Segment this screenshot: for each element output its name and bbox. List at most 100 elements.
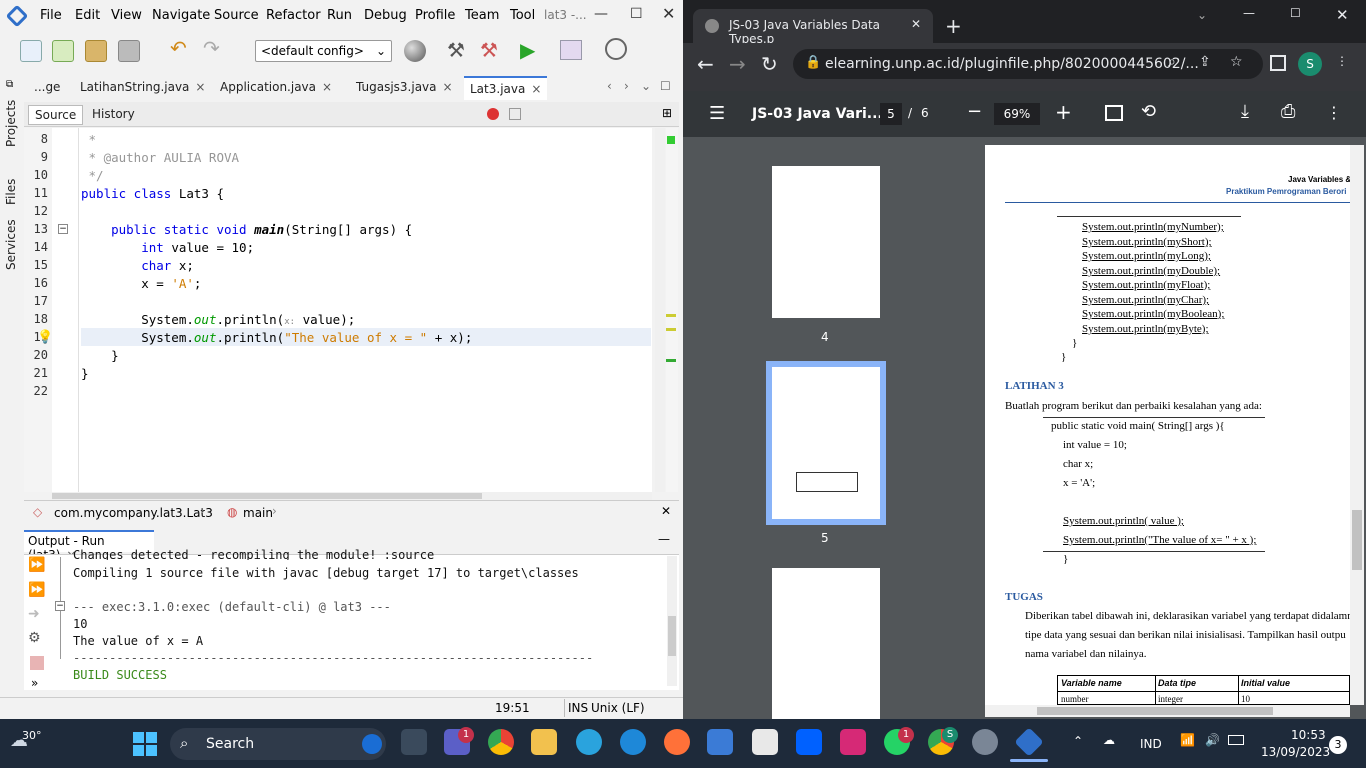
menu-edit[interactable]: Edit bbox=[75, 8, 100, 23]
tab-lat3[interactable]: Lat3.java × bbox=[464, 76, 548, 100]
page-thumbnail[interactable] bbox=[772, 568, 880, 719]
record-macro-icon[interactable] bbox=[487, 108, 499, 120]
clock-date[interactable]: 13/09/2023 bbox=[1261, 745, 1330, 759]
code-editor[interactable] bbox=[52, 128, 652, 492]
menu-refactor[interactable]: Refactor bbox=[266, 8, 321, 23]
telegram-icon[interactable] bbox=[576, 729, 602, 755]
close-icon[interactable]: × bbox=[443, 80, 453, 94]
side-tab-services[interactable]: Services bbox=[4, 219, 18, 270]
minimize-icon[interactable]: — bbox=[1243, 6, 1255, 20]
address-bar[interactable]: 🔒 elearning.unp.ac.id/pluginfile.php/802… bbox=[793, 49, 1263, 79]
horizontal-scrollbar[interactable] bbox=[52, 492, 652, 500]
menu-icon[interactable]: ⋮ bbox=[1336, 54, 1348, 68]
editor-scrollbar[interactable] bbox=[655, 128, 665, 492]
download-icon[interactable]: ⤓ bbox=[1241, 101, 1249, 122]
tab-ge[interactable]: ...ge bbox=[28, 76, 66, 100]
scroll-thumb[interactable] bbox=[668, 616, 676, 656]
scroll-thumb[interactable] bbox=[52, 493, 482, 499]
start-icon[interactable] bbox=[133, 732, 157, 756]
tab-application[interactable]: Application.java × bbox=[214, 76, 338, 100]
close-icon[interactable]: ✕ bbox=[911, 17, 921, 31]
weather-temp[interactable]: 30° bbox=[22, 729, 42, 742]
fit-page-icon[interactable] bbox=[1105, 105, 1123, 121]
zoom-icon[interactable]: ⌕ bbox=[1168, 54, 1176, 70]
new-project-icon[interactable] bbox=[52, 40, 74, 62]
settings-icon[interactable]: ⚙ bbox=[28, 630, 41, 646]
breadcrumb-class[interactable]: com.mycompany.lat3.Lat3 bbox=[54, 506, 213, 520]
menu-debug[interactable]: Debug bbox=[364, 8, 407, 23]
side-panel-icon[interactable] bbox=[1270, 55, 1286, 71]
debug-icon[interactable] bbox=[560, 40, 582, 60]
more-icon[interactable]: » bbox=[31, 676, 38, 690]
minimize-icon[interactable]: — bbox=[658, 532, 670, 546]
rerun-icon[interactable]: ⏩ bbox=[28, 557, 45, 573]
bookmark-star-icon[interactable]: ☆ bbox=[1230, 54, 1243, 70]
rotate-icon[interactable]: ⟲ bbox=[1141, 101, 1156, 122]
restore-icon[interactable]: ⧉ bbox=[6, 79, 13, 90]
minimize-icon[interactable]: — bbox=[594, 6, 608, 22]
fold-icon[interactable]: − bbox=[58, 224, 68, 234]
breadcrumb-method[interactable]: main bbox=[243, 506, 273, 520]
search-box[interactable]: ⌕ Search bbox=[170, 728, 386, 760]
source-view-button[interactable]: Source bbox=[28, 105, 84, 125]
tab-latihanstring[interactable]: LatihanString.java × bbox=[74, 76, 211, 100]
scroll-tabs-left-icon[interactable]: ‹ bbox=[607, 79, 612, 93]
scroll-tabs-right-icon[interactable]: › bbox=[624, 79, 629, 93]
save-all-icon[interactable] bbox=[118, 40, 140, 62]
zoom-in-icon[interactable]: + bbox=[1055, 100, 1072, 124]
maximize-icon[interactable]: ☐ bbox=[630, 6, 643, 22]
menu-file[interactable]: File bbox=[40, 8, 62, 23]
new-tab-icon[interactable]: + bbox=[945, 14, 962, 38]
store-icon[interactable] bbox=[707, 729, 733, 755]
task-view-icon[interactable] bbox=[401, 729, 427, 755]
settings-icon[interactable] bbox=[972, 729, 998, 755]
stop-build-icon[interactable] bbox=[30, 656, 44, 670]
profile-avatar[interactable]: S bbox=[1298, 52, 1322, 76]
menu-profile[interactable]: Profile bbox=[415, 8, 455, 23]
page-input[interactable]: 5 bbox=[880, 103, 902, 125]
page-thumbnail[interactable] bbox=[772, 367, 880, 519]
build-hammer-icon[interactable]: ⚒ bbox=[447, 38, 465, 62]
page-thumbnail[interactable] bbox=[772, 166, 880, 318]
menu-navigate[interactable]: Navigate bbox=[152, 8, 210, 23]
maximize-icon[interactable]: ☐ bbox=[660, 79, 671, 93]
clock-time[interactable]: 10:53 bbox=[1291, 728, 1326, 742]
print-icon[interactable]: ⎙ bbox=[1281, 101, 1295, 122]
amazon-icon[interactable] bbox=[752, 729, 778, 755]
chevron-up-icon[interactable]: ⌃ bbox=[1073, 734, 1083, 748]
battery-icon[interactable] bbox=[1228, 735, 1244, 745]
chevron-down-icon[interactable]: ⌄ bbox=[1197, 8, 1207, 22]
zoom-out-icon[interactable]: − bbox=[967, 101, 982, 122]
split-icon[interactable]: ⊞ bbox=[662, 106, 672, 120]
undo-icon[interactable]: ↶ bbox=[170, 36, 192, 60]
menu-view[interactable]: View bbox=[111, 8, 142, 23]
globe-icon[interactable] bbox=[404, 40, 426, 62]
pdf-scrollbar[interactable] bbox=[1350, 145, 1364, 705]
scroll-thumb[interactable] bbox=[1352, 510, 1362, 570]
menu-run[interactable]: Run bbox=[327, 8, 352, 23]
firefox-icon[interactable] bbox=[664, 729, 690, 755]
history-view-button[interactable]: History bbox=[86, 105, 141, 123]
volume-icon[interactable]: 🔊 bbox=[1205, 733, 1220, 747]
stop-macro-icon[interactable] bbox=[509, 108, 521, 120]
clean-build-icon[interactable]: ⚒ bbox=[480, 38, 498, 62]
reload-icon[interactable]: ↻ bbox=[761, 52, 778, 76]
zoom-input[interactable]: 69% bbox=[994, 103, 1040, 125]
network-warning-icon[interactable]: ☁ bbox=[1103, 733, 1115, 747]
language-indicator[interactable]: IND bbox=[1140, 737, 1162, 751]
menu-tools[interactable]: Tool bbox=[510, 8, 535, 23]
forward-icon[interactable]: → bbox=[729, 52, 746, 76]
close-icon[interactable]: × bbox=[531, 82, 541, 96]
fold-icon[interactable]: − bbox=[55, 601, 65, 611]
share-icon[interactable]: ⇪ bbox=[1199, 54, 1211, 70]
maximize-icon[interactable]: ☐ bbox=[1290, 6, 1301, 20]
side-tab-projects[interactable]: Projects bbox=[4, 100, 18, 147]
bing-icon[interactable] bbox=[362, 734, 382, 754]
rerun-goals-icon[interactable]: ⏩ bbox=[28, 582, 45, 598]
instagram-icon[interactable] bbox=[840, 729, 866, 755]
back-icon[interactable]: ← bbox=[697, 52, 714, 76]
close-icon[interactable]: ✕ bbox=[1336, 6, 1349, 24]
scroll-thumb[interactable] bbox=[1037, 707, 1273, 715]
browser-tab[interactable]: JS-03 Java Variables Data Types.p ✕ bbox=[693, 9, 933, 46]
more-icon[interactable]: ⋮ bbox=[1326, 103, 1342, 122]
